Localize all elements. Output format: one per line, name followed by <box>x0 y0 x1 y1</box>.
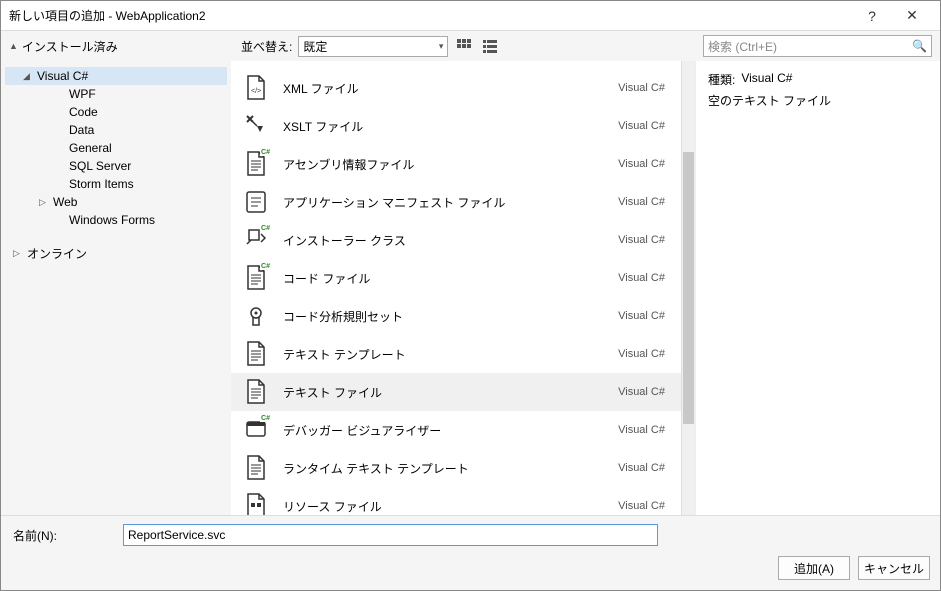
search-input[interactable]: 検索 (Ctrl+E) 🔍 <box>703 35 932 57</box>
template-name: デバッガー ビジュアライザー <box>283 422 604 439</box>
close-button[interactable]: ✕ <box>892 7 932 24</box>
template-lang: Visual C# <box>618 348 669 360</box>
template-lang: Visual C# <box>618 462 669 474</box>
template-name: コード ファイル <box>283 270 604 287</box>
template-name: アセンブリ情報ファイル <box>283 156 604 173</box>
file-icon <box>243 303 269 329</box>
view-grid-button[interactable] <box>454 36 474 56</box>
template-lang: Visual C# <box>618 272 669 284</box>
chevron-down-icon: ◢ <box>23 71 33 82</box>
template-name: テキスト テンプレート <box>283 346 604 363</box>
template-item[interactable]: リソース ファイル Visual C# <box>231 487 681 515</box>
add-button[interactable]: 追加(A) <box>778 556 850 580</box>
main-area: ◢ Visual C# WPF Code Data General SQL Se… <box>1 61 940 515</box>
template-item[interactable]: C# インストーラー クラス Visual C# <box>231 221 681 259</box>
template-lang: Visual C# <box>618 158 669 170</box>
type-value: Visual C# <box>741 71 792 88</box>
file-icon <box>243 113 269 139</box>
tree-item-visual-csharp[interactable]: ◢ Visual C# <box>5 67 227 85</box>
tree-item-web[interactable]: ▷Web <box>5 193 227 211</box>
template-item[interactable]: テキスト テンプレート Visual C# <box>231 335 681 373</box>
template-name: XML ファイル <box>283 80 604 97</box>
svg-text:</>: </> <box>251 88 261 95</box>
search-placeholder: 検索 (Ctrl+E) <box>708 38 777 55</box>
cancel-button[interactable]: キャンセル <box>858 556 930 580</box>
template-name: リソース ファイル <box>283 498 604 515</box>
name-input[interactable] <box>123 524 658 546</box>
scrollbar[interactable] <box>681 61 695 515</box>
chevron-down-icon: ▲ <box>9 41 18 51</box>
template-lang: Visual C# <box>618 234 669 246</box>
template-lang: Visual C# <box>618 82 669 94</box>
file-icon <box>243 493 269 515</box>
template-item[interactable]: アプリケーション マニフェスト ファイル Visual C# <box>231 183 681 221</box>
file-icon <box>243 189 269 215</box>
template-lang: Visual C# <box>618 386 669 398</box>
template-lang: Visual C# <box>618 424 669 436</box>
template-lang: Visual C# <box>618 310 669 322</box>
tree-item-winforms[interactable]: Windows Forms <box>5 211 227 229</box>
file-icon: C# <box>243 151 269 177</box>
template-item[interactable]: C# アセンブリ情報ファイル Visual C# <box>231 145 681 183</box>
tree-item-sqlserver[interactable]: SQL Server <box>5 157 227 175</box>
template-name: コード分析規則セット <box>283 308 604 325</box>
view-list-button[interactable] <box>480 36 500 56</box>
tree-item-general[interactable]: General <box>5 139 227 157</box>
template-item[interactable]: C# コード ファイル Visual C# <box>231 259 681 297</box>
tree-item-data[interactable]: Data <box>5 121 227 139</box>
titlebar: 新しい項目の追加 - WebApplication2 ? ✕ <box>1 1 940 31</box>
template-name: アプリケーション マニフェスト ファイル <box>283 194 604 211</box>
template-list: </>XML ファイルVisual C#XSLT ファイルVisual C#C#… <box>231 61 681 515</box>
template-list-container: </>XML ファイルVisual C#XSLT ファイルVisual C#C#… <box>231 61 695 515</box>
toolbar: ▲ インストール済み 並べ替え: 既定 ▾ 検索 (Ctrl+E) 🔍 <box>1 31 940 61</box>
search-icon: 🔍 <box>912 39 927 53</box>
template-item[interactable]: C# デバッガー ビジュアライザー Visual C# <box>231 411 681 449</box>
chevron-down-icon: ▾ <box>439 41 444 52</box>
template-lang: Visual C# <box>618 196 669 208</box>
file-icon <box>243 379 269 405</box>
tree-item-wpf[interactable]: WPF <box>5 85 227 103</box>
tree-item-storm[interactable]: Storm Items <box>5 175 227 193</box>
scrollbar-thumb[interactable] <box>683 152 694 424</box>
chevron-right-icon: ▷ <box>39 197 49 208</box>
template-item[interactable]: コード分析規則セット Visual C# <box>231 297 681 335</box>
footer: 名前(N): 追加(A) キャンセル <box>1 515 940 590</box>
template-item[interactable]: テキスト ファイル Visual C# <box>231 373 681 411</box>
installed-label[interactable]: インストール済み <box>22 38 118 55</box>
file-icon <box>243 341 269 367</box>
chevron-right-icon: ▷ <box>13 248 23 259</box>
sort-dropdown[interactable]: 既定 ▾ <box>298 36 448 57</box>
file-icon: C# <box>243 265 269 291</box>
type-label: 種類: <box>708 71 735 88</box>
file-icon <box>243 455 269 481</box>
template-name: XSLT ファイル <box>283 118 604 135</box>
help-button[interactable]: ? <box>852 8 892 24</box>
template-item[interactable]: </> XML ファイル Visual C# <box>231 69 681 107</box>
template-name: テキスト ファイル <box>283 384 604 401</box>
sort-label: 並べ替え: <box>241 38 292 55</box>
sort-value: 既定 <box>303 38 327 55</box>
file-icon: </> <box>243 75 269 101</box>
description-text: 空のテキスト ファイル <box>708 92 928 109</box>
category-tree: ◢ Visual C# WPF Code Data General SQL Se… <box>1 61 231 515</box>
name-label: 名前(N): <box>13 527 113 544</box>
tree-item-online[interactable]: ▷ オンライン <box>5 243 227 264</box>
file-icon: C# <box>243 227 269 253</box>
file-icon: C# <box>243 417 269 443</box>
template-lang: Visual C# <box>618 500 669 512</box>
template-name: インストーラー クラス <box>283 232 604 249</box>
template-item[interactable]: ランタイム テキスト テンプレート Visual C# <box>231 449 681 487</box>
window-title: 新しい項目の追加 - WebApplication2 <box>9 7 852 24</box>
tree-item-code[interactable]: Code <box>5 103 227 121</box>
template-name: ランタイム テキスト テンプレート <box>283 460 604 477</box>
template-lang: Visual C# <box>618 120 669 132</box>
details-panel: 種類: Visual C# 空のテキスト ファイル <box>695 61 940 515</box>
template-item[interactable]: XSLT ファイル Visual C# <box>231 107 681 145</box>
